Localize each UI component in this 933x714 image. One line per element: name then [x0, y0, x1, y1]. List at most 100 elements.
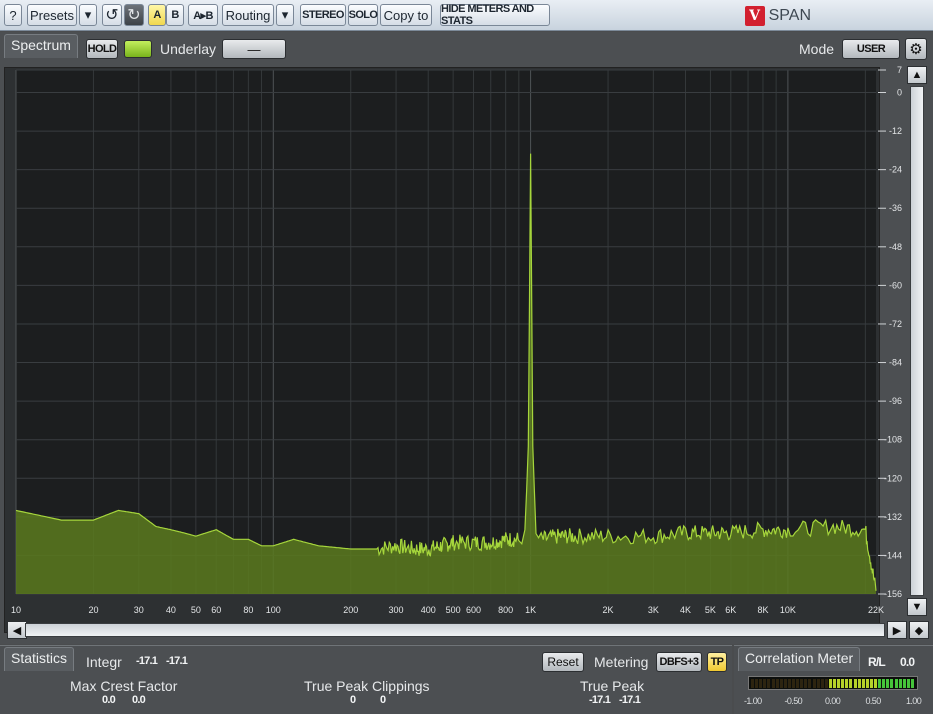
- integr-left-value: -17.1: [136, 655, 158, 667]
- horizontal-scroll-track[interactable]: [25, 623, 885, 637]
- x-tick-label: 800: [498, 605, 513, 615]
- plot-grid: [15, 69, 876, 595]
- integr-label: Integr: [86, 654, 122, 670]
- x-tick-label: 5K: [705, 605, 716, 615]
- horizontal-scrollbar[interactable]: ◀ ▶ ◆: [7, 621, 929, 639]
- meter-segment: [841, 679, 845, 688]
- y-tick-label: -156: [884, 589, 902, 599]
- statistics-panel: Statistics Integr -17.1 -17.1 Reset Mete…: [0, 645, 732, 714]
- meter-segment: [902, 679, 906, 688]
- y-tick-label: -36: [889, 203, 902, 213]
- meter-segment: [804, 679, 808, 688]
- tab-statistics[interactable]: Statistics: [4, 647, 75, 671]
- correlation-scale-label: -1.00: [744, 696, 762, 706]
- tab-correlation[interactable]: Correlation Meter: [738, 647, 861, 671]
- meter-segment: [849, 679, 853, 688]
- correlation-scale-label: 1.00: [906, 696, 922, 706]
- correlation-meter: [748, 676, 918, 690]
- correlation-scale-label: -0.50: [784, 696, 803, 706]
- clippings-label: True Peak Clippings: [304, 678, 430, 694]
- scroll-up-icon[interactable]: ▲: [907, 66, 927, 84]
- x-tick-label: 30: [134, 605, 144, 615]
- x-tick-label: 60: [211, 605, 221, 615]
- y-tick-label: -96: [889, 396, 902, 406]
- rl-label: R/L: [868, 655, 886, 669]
- x-tick-label: 100: [266, 605, 281, 615]
- meter-segment: [800, 679, 804, 688]
- x-tick-label: 10: [11, 605, 21, 615]
- meter-segment: [812, 679, 816, 688]
- true-peak-toggle[interactable]: TP: [707, 652, 727, 672]
- x-tick-label: 1K: [525, 605, 536, 615]
- meter-segment: [857, 679, 861, 688]
- y-tick-label: -12: [889, 126, 902, 136]
- meter-segment: [775, 679, 779, 688]
- correlation-scale-label: 0.00: [825, 696, 841, 706]
- correlation-scale-label: 0.50: [865, 696, 882, 706]
- x-tick-label: 400: [421, 605, 436, 615]
- meter-segment: [792, 679, 795, 688]
- meter-segment: [882, 679, 886, 688]
- x-tick-label: 2K: [603, 605, 614, 615]
- scroll-left-icon[interactable]: ◀: [7, 621, 27, 639]
- vertical-scroll-track[interactable]: [910, 86, 924, 596]
- meter-segment: [878, 679, 882, 688]
- x-tick-label: 200: [343, 605, 358, 615]
- meter-segment: [845, 679, 849, 688]
- meter-segment: [828, 679, 832, 688]
- x-tick-label: 22K: [868, 605, 884, 615]
- meter-segment: [808, 679, 812, 688]
- meter-segment: [898, 679, 902, 688]
- meter-segment: [779, 679, 783, 688]
- y-tick-label: -72: [889, 319, 902, 329]
- plot-background: [16, 70, 876, 594]
- meter-segment: [751, 679, 754, 688]
- true-peak-label: True Peak: [580, 678, 645, 694]
- meter-segment: [755, 679, 759, 688]
- meter-segment: [759, 679, 763, 688]
- scroll-down-icon[interactable]: ▼: [907, 598, 927, 616]
- spectrum-plot: 7 0 -12 -24 -36 -48 -60 -72 -84 -96 -108 -120 -132 -1…: [11, 65, 902, 615]
- meter-segment: [865, 679, 869, 688]
- y-tick-label: -84: [889, 358, 902, 368]
- meter-segment: [906, 679, 910, 688]
- y-tick-label: -120: [884, 473, 902, 483]
- max-crest-left-value: 0.0: [102, 694, 116, 706]
- x-tick-label: 4K: [680, 605, 691, 615]
- divider: [0, 645, 732, 646]
- integr-right-value: -17.1: [166, 655, 188, 667]
- metering-label: Metering: [594, 654, 649, 670]
- x-tick-label: 80: [243, 605, 253, 615]
- divider: [734, 645, 933, 646]
- meter-segment: [910, 679, 914, 688]
- meter-segment: [763, 679, 767, 688]
- meter-segment: [787, 679, 791, 688]
- x-tick-label: 300: [389, 605, 404, 615]
- x-tick-label: 50: [191, 605, 201, 615]
- meter-segment: [837, 679, 841, 688]
- y-tick-label: -48: [889, 242, 902, 252]
- max-crest-label: Max Crest Factor: [70, 678, 178, 694]
- true-peak-left-value: -17.1: [589, 694, 611, 706]
- x-tick-label: 8K: [757, 605, 768, 615]
- max-crest-right-value: 0.0: [132, 694, 146, 706]
- y-tick-label: 0: [897, 88, 902, 98]
- meter-segment: [816, 679, 820, 688]
- metering-select[interactable]: DBFS+3: [656, 652, 702, 672]
- vertical-scrollbar[interactable]: ▲ ▼: [907, 66, 927, 616]
- scroll-right-icon[interactable]: ▶: [887, 621, 907, 639]
- meter-segment: [824, 679, 828, 688]
- y-tick-label: -24: [889, 165, 902, 175]
- meter-segment: [886, 679, 890, 688]
- x-tick-label: 40: [166, 605, 176, 615]
- x-tick-label: 3K: [648, 605, 659, 615]
- reset-button[interactable]: Reset: [542, 652, 584, 672]
- meter-segment: [890, 679, 894, 688]
- y-tick-label: -132: [884, 512, 902, 522]
- clippings-right-value: 0: [380, 694, 386, 706]
- meter-segment: [783, 679, 787, 688]
- zoom-diamond-icon[interactable]: ◆: [909, 621, 929, 639]
- clippings-left-value: 0: [350, 694, 356, 706]
- meter-segment: [869, 679, 873, 688]
- rl-value: 0.0: [900, 655, 915, 669]
